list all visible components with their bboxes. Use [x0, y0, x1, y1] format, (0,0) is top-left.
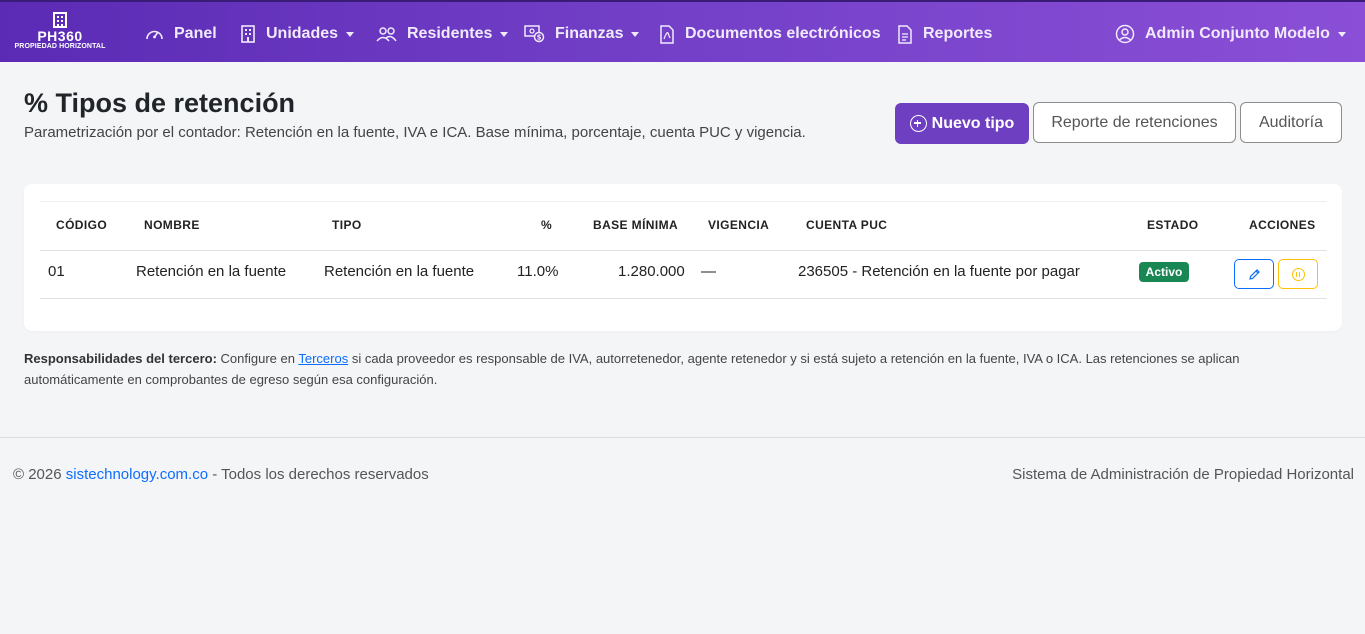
table-top-border	[40, 201, 1327, 202]
nav-item-label: Reportes	[923, 25, 993, 42]
note-title: Responsabilidades del tercero:	[24, 351, 217, 366]
nav-item-documentos[interactable]: Documentos electrónicos	[659, 22, 881, 46]
rights-text: - Todos los derechos reservados	[208, 466, 429, 483]
top-navbar: PH360 PROPIEDAD HORIZONTAL Panel Unidade…	[0, 0, 1365, 62]
file-text-icon	[898, 24, 912, 44]
person-circle-icon	[1115, 24, 1135, 44]
column-header-vigencia: VIGENCIA	[708, 218, 770, 232]
footer-system-name: Sistema de Administración de Propiedad H…	[1012, 466, 1354, 483]
cell-base-minima: 1.280.000	[618, 263, 685, 280]
chevron-down-icon	[631, 31, 640, 37]
brand-name: PH360	[37, 28, 83, 44]
note-text-pre: Configure en	[216, 351, 299, 366]
user-menu-label: Admin Conjunto Modelo	[1145, 25, 1330, 42]
building-icon	[241, 25, 255, 43]
svg-text:$: $	[537, 34, 542, 42]
table-header-divider	[40, 250, 1327, 251]
cell-cuenta-puc: 236505 - Retención en la fuente por paga…	[798, 263, 1080, 280]
nav-item-panel[interactable]: Panel	[145, 22, 217, 46]
column-header-tipo: TIPO	[332, 218, 362, 232]
nav-item-label: Finanzas	[555, 25, 624, 42]
pause-circle-icon	[1291, 267, 1305, 281]
column-header-cuenta-puc: CUENTA PUC	[806, 218, 888, 232]
table-row-divider	[40, 298, 1327, 299]
user-menu[interactable]: Admin Conjunto Modelo	[1115, 22, 1346, 46]
chevron-down-icon	[346, 31, 355, 37]
deactivate-button[interactable]	[1278, 259, 1318, 289]
column-header-acciones: ACCIONES	[1249, 218, 1316, 232]
footer-copyright: © 2026 sistechnology.com.co - Todos los …	[13, 466, 429, 483]
edit-button[interactable]	[1234, 259, 1274, 289]
file-pdf-icon	[660, 24, 674, 44]
column-header-nombre: NOMBRE	[144, 218, 200, 232]
page-title: % Tipos de retención	[24, 88, 296, 118]
footer-divider	[0, 437, 1365, 438]
brand-logo[interactable]: PH360 PROPIEDAD HORIZONTAL	[10, 12, 110, 56]
cell-nombre: Retención en la fuente	[136, 263, 287, 280]
nav-item-label: Unidades	[266, 25, 339, 42]
column-header-estado: ESTADO	[1147, 218, 1199, 232]
new-type-button[interactable]: Nuevo tipo	[895, 103, 1029, 144]
column-header-codigo: CÓDIGO	[56, 218, 108, 232]
audit-button[interactable]: Auditoría	[1240, 102, 1342, 143]
third-party-note: Responsabilidades del tercero: Configure…	[24, 348, 1342, 390]
new-type-label: Nuevo tipo	[931, 114, 1015, 132]
column-header-porcentaje: %	[541, 218, 553, 232]
chevron-down-icon	[500, 31, 509, 37]
cell-vigencia: —	[701, 263, 716, 280]
terceros-link[interactable]: Terceros	[298, 351, 348, 366]
nav-item-residentes[interactable]: Residentes	[376, 22, 509, 46]
copyright-text: © 2026	[13, 466, 66, 483]
people-icon	[376, 27, 397, 42]
nav-item-label: Documentos electrónicos	[685, 25, 881, 42]
nav-item-unidades[interactable]: Unidades	[240, 22, 355, 46]
cash-coin-icon: $	[524, 25, 545, 43]
pencil-icon	[1248, 268, 1260, 280]
speedometer-icon	[146, 30, 163, 40]
building-logo-icon	[53, 12, 67, 28]
brand-subtitle: PROPIEDAD HORIZONTAL	[14, 43, 106, 50]
retention-types-card	[24, 184, 1342, 331]
company-link[interactable]: sistechnology.com.co	[66, 466, 208, 483]
cell-tipo: Retención en la fuente	[324, 263, 475, 280]
column-header-base-minima: BASE MÍNIMA	[593, 218, 679, 232]
nav-item-reportes[interactable]: Reportes	[897, 22, 992, 46]
nav-item-label: Panel	[174, 25, 217, 42]
cell-codigo: 01	[48, 263, 65, 280]
nav-item-finanzas[interactable]: $ Finanzas	[524, 22, 640, 46]
cell-porcentaje: 11.0%	[517, 263, 559, 280]
nav-item-label: Residentes	[407, 25, 493, 42]
status-badge: Activo	[1139, 262, 1189, 282]
page-subtitle: Parametrización por el contador: Retenci…	[24, 124, 806, 141]
chevron-down-icon	[1337, 31, 1346, 37]
plus-circle-icon	[909, 115, 927, 132]
retention-report-button[interactable]: Reporte de retenciones	[1033, 102, 1236, 143]
